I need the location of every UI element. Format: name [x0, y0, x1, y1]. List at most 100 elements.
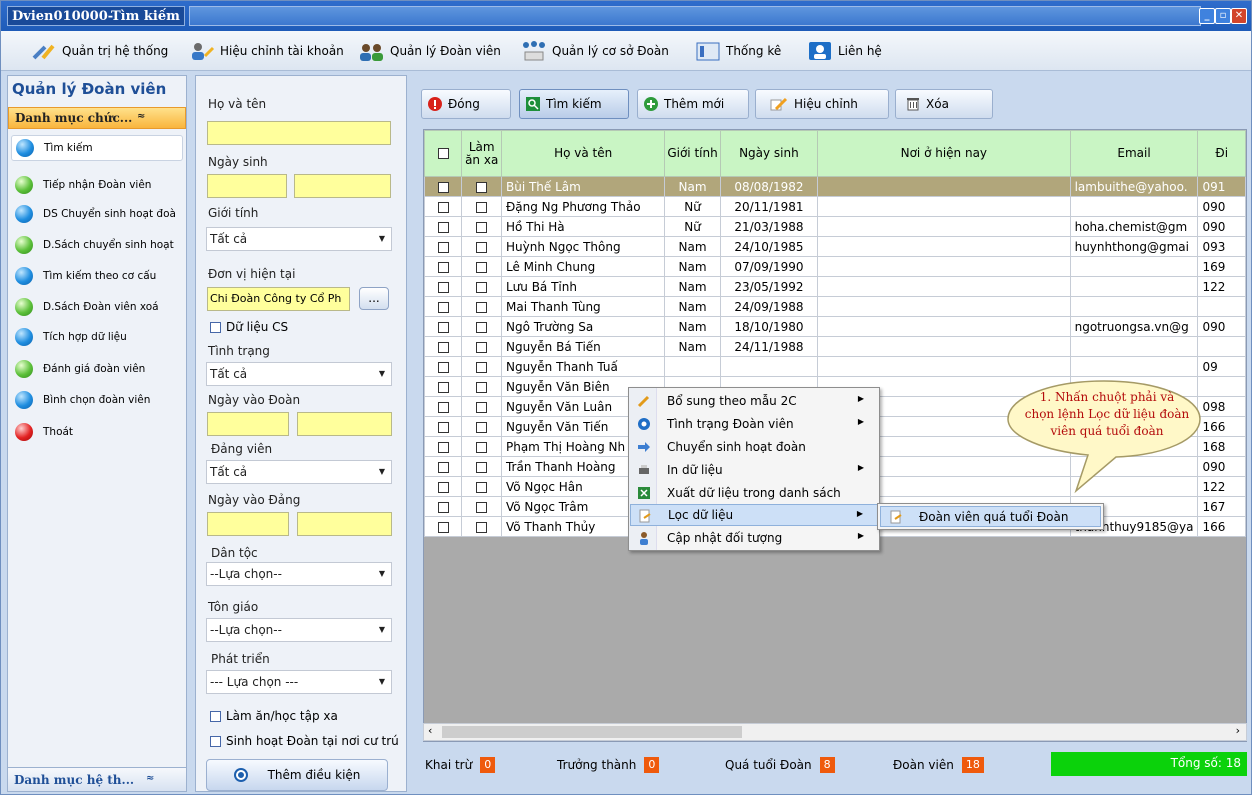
scroll-thumb[interactable] [442, 726, 742, 738]
ngay-vao-dang-from-input[interactable] [207, 512, 289, 536]
select-checkbox[interactable] [424, 296, 463, 317]
select-checkbox[interactable] [424, 336, 463, 357]
sidebar-item-dsach-chuyen[interactable]: D.Sách chuyển sinh hoạt [11, 232, 183, 258]
lam-an-checkbox[interactable] [461, 256, 502, 277]
ngay-vao-doan-to-input[interactable] [297, 412, 392, 436]
select-checkbox[interactable] [424, 216, 463, 237]
table-row[interactable]: Mai Thanh Tùng Nam 24/09/1988 [424, 296, 1246, 317]
sidebar-item-binh-chon[interactable]: Bình chọn đoàn viên [11, 387, 183, 413]
ctx-xuat-du-lieu[interactable]: Xuất dữ liệu trong danh sách [630, 482, 878, 504]
header-noi-o[interactable]: Nơi ở hiện nay [817, 130, 1071, 177]
sidebar-item-tim-kiem[interactable]: Tìm kiếm [11, 135, 183, 161]
du-lieu-cs-checkbox[interactable]: Dữ liệu CS [210, 320, 288, 334]
lam-an-checkbox[interactable] [461, 296, 502, 317]
sidebar-item-doan-vien-xoa[interactable]: D.Sách Đoàn viên xoá [11, 294, 183, 320]
scroll-right-icon[interactable]: › [1236, 724, 1240, 737]
header-email[interactable]: Email [1069, 130, 1199, 177]
sidebar-footer[interactable]: Danh mục hệ th... ≈ [8, 767, 186, 791]
table-row[interactable]: Đặng Ng Phương Thảo Nữ 20/11/1981 090 [424, 196, 1246, 217]
select-checkbox[interactable] [424, 456, 463, 477]
lam-an-checkbox[interactable] [461, 276, 502, 297]
ngay-sinh-from-input[interactable] [207, 174, 287, 198]
header-ho-ten[interactable]: Họ và tên [500, 130, 666, 177]
ngay-vao-doan-from-input[interactable] [207, 412, 289, 436]
lam-an-checkbox[interactable] [461, 176, 502, 197]
sidebar-item-tiep-nhan[interactable]: Tiếp nhận Đoàn viên [11, 172, 183, 198]
don-vi-input[interactable]: Chi Đoàn Công ty Cổ Ph [207, 287, 350, 311]
sidebar-item-tich-hop[interactable]: Tích hợp dữ liệu [11, 324, 183, 350]
dan-toc-select[interactable]: --Lựa chọn-- ▼ [206, 562, 392, 586]
select-checkbox[interactable] [424, 356, 463, 377]
lam-an-checkbox[interactable] [461, 516, 502, 537]
sinh-hoat-checkbox[interactable]: Sinh hoạt Đoàn tại nơi cư trú [210, 734, 399, 748]
select-checkbox[interactable] [424, 196, 463, 217]
table-row[interactable]: Nguyễn Bá Tiến Nam 24/11/1988 [424, 336, 1246, 357]
select-checkbox[interactable] [424, 496, 463, 517]
sidebar-category[interactable]: Danh mục chức... ≈ [8, 107, 186, 129]
menu-hieu-chinh-tai-khoan[interactable]: Hiệu chỉnh tài khoản [189, 39, 344, 63]
tim-kiem-button[interactable]: Tìm kiếm [519, 89, 629, 119]
sidebar-item-tim-kiem-co-cau[interactable]: Tìm kiếm theo cơ cấu [11, 263, 183, 289]
ctx-bo-sung-2c[interactable]: Bổ sung theo mẫu 2C ▶ [630, 390, 878, 412]
browse-button[interactable]: ... [359, 287, 389, 310]
lam-an-checkbox[interactable] [461, 376, 502, 397]
lam-an-checkbox[interactable] [461, 336, 502, 357]
ngay-vao-dang-to-input[interactable] [297, 512, 392, 536]
menu-quan-tri-he-thong[interactable]: Quản trị hệ thống [31, 39, 168, 63]
sidebar-item-danh-gia[interactable]: Đánh giá đoàn viên [11, 356, 183, 382]
select-checkbox[interactable] [424, 176, 463, 197]
lam-an-checkbox[interactable] [461, 456, 502, 477]
ctx-chuyen-sinh-hoat[interactable]: Chuyển sinh hoạt đoàn [630, 436, 878, 458]
table-row[interactable]: Lưu Bá Tỉnh Nam 23/05/1992 122 [424, 276, 1246, 297]
select-checkbox[interactable] [424, 376, 463, 397]
ctx-cap-nhat-doi-tuong[interactable]: Cập nhật đối tượng ▶ [630, 527, 878, 549]
select-checkbox[interactable] [424, 256, 463, 277]
gioi-tinh-select[interactable]: Tất cả ▼ [206, 227, 392, 251]
select-checkbox[interactable] [424, 316, 463, 337]
lam-an-checkbox[interactable] [461, 216, 502, 237]
table-row[interactable]: Lê Minh Chung Nam 07/09/1990 169 [424, 256, 1246, 277]
table-row[interactable]: Nguyễn Thanh Tuấ 09 [424, 356, 1246, 377]
ctx-in-du-lieu[interactable]: In dữ liệu ▶ [630, 459, 878, 481]
lam-an-checkbox[interactable] [461, 196, 502, 217]
close-window-icon[interactable]: ✕ [1231, 8, 1247, 24]
scroll-left-icon[interactable]: ‹ [428, 724, 432, 737]
them-moi-button[interactable]: Thêm mới [637, 89, 749, 119]
menu-quan-ly-doan-vien[interactable]: Quản lý Đoàn viên [359, 39, 501, 63]
xoa-button[interactable]: Xóa [895, 89, 993, 119]
lam-an-checkbox[interactable] [461, 316, 502, 337]
header-dien-thoai[interactable]: Đi [1197, 130, 1246, 177]
lam-an-checkbox[interactable] [461, 236, 502, 257]
header-gioi-tinh[interactable]: Giới tính [664, 130, 721, 177]
select-checkbox[interactable] [424, 416, 463, 437]
menu-lien-he[interactable]: Liên hệ [807, 39, 882, 63]
table-row[interactable]: Huỳnh Ngọc Thông Nam 24/10/1985 huynhthong@… [424, 236, 1246, 257]
restore-icon[interactable]: ▫ [1215, 8, 1231, 24]
table-row[interactable]: Bùi Thế Lâm Nam 08/08/1982 lambuithe@yahoo.… [424, 176, 1246, 197]
sidebar-item-thoat[interactable]: Thoát [11, 419, 183, 445]
sidebar-item-ds-chuyen[interactable]: DS Chuyển sinh hoạt đoà [11, 201, 183, 227]
ctx-loc-du-lieu[interactable]: Lọc dữ liệu ▶ [630, 504, 878, 526]
lam-an-checkbox[interactable] [461, 416, 502, 437]
lam-an-checkbox[interactable] [461, 496, 502, 517]
select-checkbox[interactable] [424, 436, 463, 457]
select-checkbox[interactable] [424, 516, 463, 537]
horizontal-scrollbar[interactable]: ‹ › [423, 723, 1247, 741]
select-checkbox[interactable] [424, 476, 463, 497]
header-ngay-sinh[interactable]: Ngày sinh [719, 130, 819, 177]
header-select-all[interactable] [424, 130, 463, 177]
select-checkbox[interactable] [424, 276, 463, 297]
ctx-tinh-trang[interactable]: Tình trạng Đoàn viên ▶ [630, 413, 878, 435]
lam-an-checkbox[interactable] [461, 476, 502, 497]
them-dieu-kien-button[interactable]: Thêm điều kiện [206, 759, 388, 791]
menu-thong-ke[interactable]: Thống kê [695, 39, 781, 63]
lam-an-checkbox[interactable]: Làm ăn/học tập xa [210, 709, 338, 723]
menu-quan-ly-co-so-doan[interactable]: Quản lý cơ sở Đoàn [521, 39, 669, 63]
hieu-chinh-button[interactable]: Hiệu chỉnh [755, 89, 889, 119]
dong-button[interactable]: Đóng [421, 89, 511, 119]
phat-trien-select[interactable]: --- Lựa chọn --- ▼ [206, 670, 392, 694]
select-checkbox[interactable] [424, 396, 463, 417]
tinh-trang-select[interactable]: Tất cả ▼ [206, 362, 392, 386]
select-checkbox[interactable] [424, 236, 463, 257]
lam-an-checkbox[interactable] [461, 436, 502, 457]
